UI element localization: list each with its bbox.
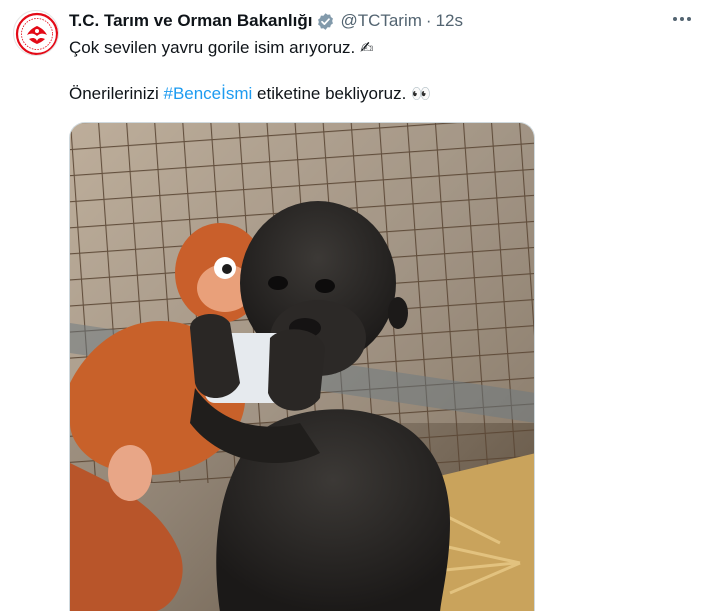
tweet-header: T.C. Tarım ve Orman Bakanlığı @TCTarim ·… [69,9,686,33]
tweet-text: Çok sevilen yavru gorile isim arıyoruz. … [69,37,682,105]
more-options-icon[interactable] [668,8,696,30]
verified-badge-icon [318,12,334,30]
tweet-media-photo[interactable] [69,122,535,611]
author-handle[interactable]: @TCTarim [340,11,421,31]
author-name[interactable]: T.C. Tarım ve Orman Bakanlığı [69,11,312,31]
avatar[interactable] [13,10,59,56]
eyes-emoji: 👀 [411,84,432,103]
line-break [69,59,682,83]
separator-dot: · [425,11,432,30]
tweet[interactable]: T.C. Tarım ve Orman Bakanlığı @TCTarim ·… [0,0,702,611]
gorilla-photo [70,123,534,611]
tweet-line-2-pre: Önerilerinizi [69,84,159,103]
tweet-line-2: Önerilerinizi #Benceİsmi etiketine bekli… [69,83,682,105]
hashtag-link[interactable]: #Benceİsmi [163,84,252,103]
writing-hand-emoji: ✍ [360,38,374,57]
timestamp[interactable]: 12s [436,11,463,31]
ministry-logo-icon [15,12,58,55]
tweet-line-2-post: etiketine bekliyoruz. [257,84,407,103]
tweet-line-1: Çok sevilen yavru gorile isim arıyoruz. … [69,37,682,59]
tweet-line-1-text: Çok sevilen yavru gorile isim arıyoruz. [69,38,356,57]
